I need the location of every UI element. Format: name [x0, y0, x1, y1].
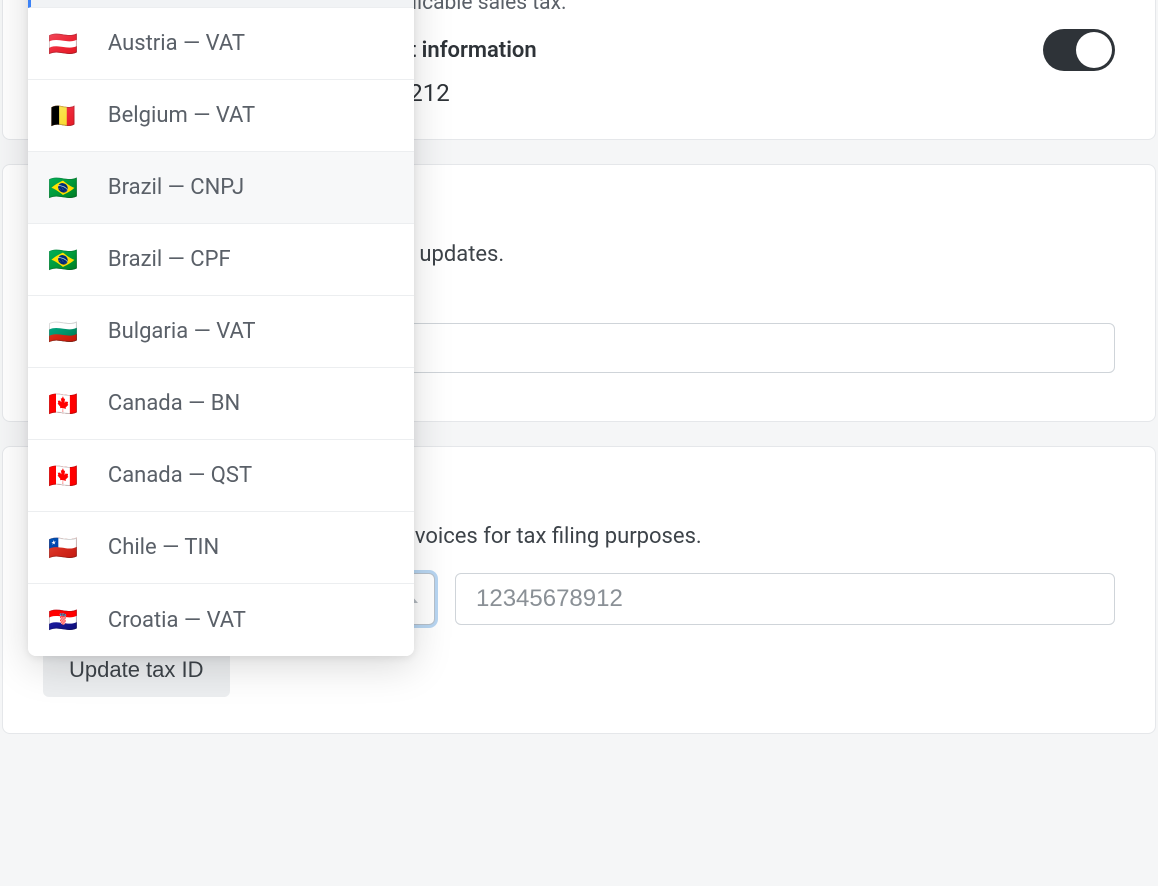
dropdown-item-label: Brazil — CNPJ — [108, 175, 244, 200]
flag-icon: 🇧🇪 — [48, 102, 78, 130]
dropdown-item-label: Bulgaria — VAT — [108, 319, 256, 344]
flag-icon: 🇨🇦 — [48, 462, 78, 490]
dropdown-item[interactable]: 🇧🇷 Brazil — CNPJ — [28, 152, 414, 224]
dropdown-item[interactable]: 🇨🇦 Canada — QST — [28, 440, 414, 512]
dropdown-item[interactable]: 🇨🇱 Chile — TIN — [28, 512, 414, 584]
billing-same-as-contact-toggle[interactable] — [1043, 29, 1115, 71]
dropdown-item-label: Brazil — CPF — [108, 247, 231, 272]
flag-icon: 🇧🇷 — [48, 174, 78, 202]
dropdown-item[interactable]: 🇭🇷 Croatia — VAT — [28, 584, 414, 656]
flag-icon: 🇭🇷 — [48, 606, 78, 634]
flag-icon: 🇧🇬 — [48, 318, 78, 346]
tax-id-input[interactable] — [455, 573, 1115, 625]
dropdown-item-label: Canada — BN — [108, 391, 240, 416]
dropdown-item[interactable]: 🇦🇺Australia — ABN — [28, 0, 414, 8]
toggle-knob — [1076, 32, 1112, 68]
dropdown-item-label: Belgium — VAT — [108, 103, 255, 128]
flag-icon: 🇧🇷 — [48, 246, 78, 274]
tax-country-dropdown[interactable]: 🇦🇺Australia — ABN 🇦🇹 Austria — VAT 🇧🇪 Belgiu… — [28, 0, 414, 656]
dropdown-item-label: Croatia — VAT — [108, 608, 246, 633]
flag-icon: 🇦🇹 — [48, 30, 78, 58]
dropdown-item[interactable]: 🇧🇷 Brazil — CPF — [28, 224, 414, 296]
dropdown-item-label: Chile — TIN — [108, 535, 219, 560]
dropdown-item[interactable]: 🇦🇹 Austria — VAT — [28, 8, 414, 80]
dropdown-item-label: Canada — QST — [108, 463, 252, 488]
dropdown-item[interactable]: 🇧🇪 Belgium — VAT — [28, 80, 414, 152]
dropdown-item[interactable]: 🇨🇦 Canada — BN — [28, 368, 414, 440]
dropdown-item[interactable]: 🇧🇬 Bulgaria — VAT — [28, 296, 414, 368]
dropdown-item-label: Austria — VAT — [108, 31, 245, 56]
flag-icon: 🇨🇦 — [48, 390, 78, 418]
flag-icon: 🇨🇱 — [48, 534, 78, 562]
